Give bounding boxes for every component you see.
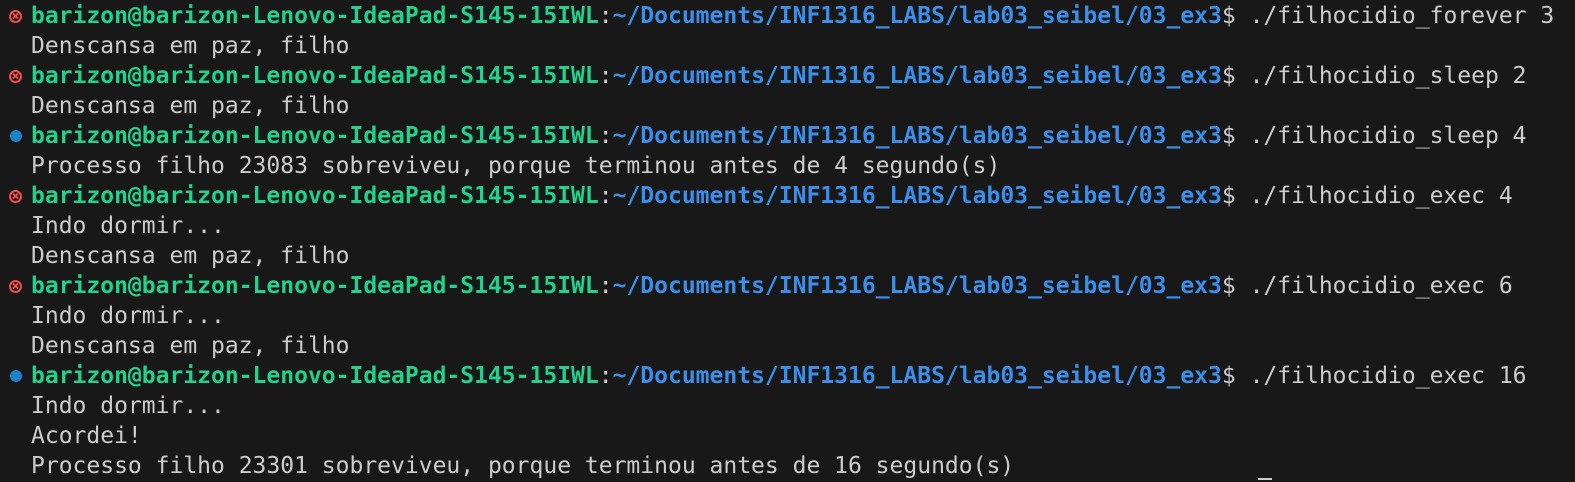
output-line: Processo filho 23301 sobreviveu, porque …: [0, 451, 1575, 481]
command-line: barizon@barizon-Lenovo-IdeaPad-S145-15IW…: [0, 181, 1575, 211]
command-text: ./filhocidio_exec 16: [1249, 363, 1527, 389]
output-text: Indo dormir...: [31, 303, 225, 329]
prompt-user-host: barizon@barizon-Lenovo-IdeaPad-S145-15IW…: [31, 183, 599, 209]
command-decoration[interactable]: [0, 271, 31, 301]
error-circle-icon: [9, 279, 22, 293]
command-decoration[interactable]: [0, 1, 31, 31]
output-text: Indo dormir...: [31, 213, 225, 239]
error-circle-icon: [9, 189, 22, 203]
command-decoration[interactable]: [0, 181, 31, 211]
output-text: Denscansa em paz, filho: [31, 93, 350, 119]
prompt-path: ~/Documents/INF1316_LABS/lab03_seibel/03…: [612, 273, 1222, 299]
prompt-path: ~/Documents/INF1316_LABS/lab03_seibel/03…: [612, 3, 1222, 29]
output-line: Denscansa em paz, filho: [0, 331, 1575, 361]
command-decoration[interactable]: [0, 121, 31, 151]
output-line: Denscansa em paz, filho: [0, 91, 1575, 121]
prompt-separator: :: [598, 123, 613, 149]
output-text: Processo filho 23083 sobreviveu, porque …: [31, 153, 1001, 179]
prompt-symbol: $: [1221, 363, 1250, 389]
success-dot-icon: [9, 370, 22, 382]
prompt-symbol: $: [1221, 3, 1250, 29]
output-text: Acordei!: [31, 423, 142, 449]
output-line: Indo dormir...: [0, 301, 1575, 331]
prompt-user-host: barizon@barizon-Lenovo-IdeaPad-S145-15IW…: [31, 273, 599, 299]
command-line: barizon@barizon-Lenovo-IdeaPad-S145-15IW…: [0, 1, 1575, 31]
output-line: Indo dormir...: [0, 391, 1575, 421]
output-text: Denscansa em paz, filho: [31, 243, 350, 269]
gutter-spacer: [0, 301, 31, 331]
gutter-spacer: [0, 31, 31, 61]
prompt-path: ~/Documents/INF1316_LABS/lab03_seibel/03…: [612, 363, 1222, 389]
output-line: Denscansa em paz, filho: [0, 31, 1575, 61]
command-line: barizon@barizon-Lenovo-IdeaPad-S145-15IW…: [0, 361, 1575, 391]
terminal-panel[interactable]: barizon@barizon-Lenovo-IdeaPad-S145-15IW…: [0, 0, 1575, 482]
command-text: ./filhocidio_exec 4: [1249, 183, 1513, 209]
prompt-path: ~/Documents/INF1316_LABS/lab03_seibel/03…: [612, 123, 1222, 149]
output-line: Indo dormir...: [0, 211, 1575, 241]
prompt-user-host: barizon@barizon-Lenovo-IdeaPad-S145-15IW…: [31, 363, 599, 389]
command-text: ./filhocidio_sleep 4: [1249, 123, 1527, 149]
gutter-spacer: [0, 331, 31, 361]
gutter-spacer: [0, 211, 31, 241]
error-circle-icon: [9, 9, 22, 23]
gutter-spacer: [0, 151, 31, 181]
gutter-spacer: [0, 451, 31, 481]
command-text: ./filhocidio_exec 6: [1249, 273, 1513, 299]
prompt-separator: :: [598, 273, 613, 299]
success-dot-icon: [9, 130, 22, 142]
gutter-spacer: [0, 391, 31, 421]
gutter-spacer: [0, 91, 31, 121]
output-line: Processo filho 23083 sobreviveu, porque …: [0, 151, 1575, 181]
command-line: barizon@barizon-Lenovo-IdeaPad-S145-15IW…: [0, 121, 1575, 151]
prompt-symbol: $: [1221, 63, 1250, 89]
command-decoration[interactable]: [0, 361, 31, 391]
output-text: Denscansa em paz, filho: [31, 33, 350, 59]
command-text: ./filhocidio_sleep 2: [1249, 63, 1527, 89]
prompt-separator: :: [598, 183, 613, 209]
terminal-cursor: [1258, 478, 1272, 480]
command-line: barizon@barizon-Lenovo-IdeaPad-S145-15IW…: [0, 61, 1575, 91]
command-line: barizon@barizon-Lenovo-IdeaPad-S145-15IW…: [0, 271, 1575, 301]
prompt-separator: :: [598, 63, 613, 89]
output-line: Denscansa em paz, filho: [0, 241, 1575, 271]
prompt-symbol: $: [1221, 183, 1250, 209]
output-text: Indo dormir...: [31, 393, 225, 419]
gutter-spacer: [0, 241, 31, 271]
command-text: ./filhocidio_forever 3: [1249, 3, 1555, 29]
prompt-path: ~/Documents/INF1316_LABS/lab03_seibel/03…: [612, 63, 1222, 89]
command-decoration[interactable]: [0, 61, 31, 91]
prompt-separator: :: [598, 3, 613, 29]
prompt-user-host: barizon@barizon-Lenovo-IdeaPad-S145-15IW…: [31, 63, 599, 89]
prompt-symbol: $: [1221, 273, 1250, 299]
prompt-path: ~/Documents/INF1316_LABS/lab03_seibel/03…: [612, 183, 1222, 209]
output-text: Denscansa em paz, filho: [31, 333, 350, 359]
gutter-spacer: [0, 421, 31, 451]
prompt-separator: :: [598, 363, 613, 389]
error-circle-icon: [9, 69, 22, 83]
prompt-symbol: $: [1221, 123, 1250, 149]
output-line: Acordei!: [0, 421, 1575, 451]
output-text: Processo filho 23301 sobreviveu, porque …: [31, 453, 1015, 479]
prompt-user-host: barizon@barizon-Lenovo-IdeaPad-S145-15IW…: [31, 3, 599, 29]
prompt-user-host: barizon@barizon-Lenovo-IdeaPad-S145-15IW…: [31, 123, 599, 149]
